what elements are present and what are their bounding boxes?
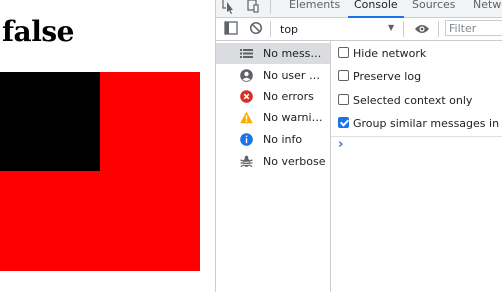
- sidebar-item-label: No user me...: [263, 69, 327, 82]
- sidebar-item-errors[interactable]: No errors: [216, 86, 330, 107]
- sidebar-item-label: No info: [263, 133, 303, 146]
- list-icon: [240, 47, 253, 60]
- sidebar-item-user-messages[interactable]: No user me...: [216, 65, 330, 86]
- filter-input[interactable]: [446, 21, 502, 35]
- console-sidebar: No messages No user me... No errors No w…: [216, 41, 331, 292]
- hide-network-checkbox[interactable]: [338, 47, 349, 58]
- warning-icon: [240, 111, 253, 124]
- tab-console[interactable]: Console: [348, 0, 404, 18]
- device-toolbar-icon[interactable]: [245, 0, 261, 16]
- console-prompt-chevron-icon[interactable]: ›: [338, 137, 343, 152]
- console-toolbar: top ▼: [216, 18, 502, 41]
- eye-icon[interactable]: [414, 22, 430, 38]
- preserve-log-label: Preserve log: [353, 70, 422, 83]
- tab-sources[interactable]: Sources: [412, 0, 456, 17]
- filter-box: [445, 20, 502, 36]
- page-viewport: false: [0, 0, 215, 292]
- devtools-tab-bar: Elements Console Sources Network: [216, 0, 502, 18]
- tab-elements[interactable]: Elements: [289, 0, 340, 17]
- sidebar-item-label: No verbose: [263, 155, 326, 168]
- toolbar-divider: [270, 21, 271, 37]
- dropdown-arrow-icon[interactable]: ▼: [388, 23, 394, 32]
- black-box: [0, 72, 100, 171]
- console-settings: Hide network Preserve log Selected conte…: [331, 41, 502, 292]
- settings-divider: [331, 136, 502, 137]
- page-heading: false: [2, 15, 74, 48]
- preserve-log-checkbox[interactable]: [338, 70, 349, 81]
- context-selector[interactable]: top: [280, 23, 298, 36]
- preserve-log-option[interactable]: Preserve log: [331, 66, 502, 86]
- group-similar-checkbox[interactable]: [338, 117, 349, 128]
- sidebar-item-label: No warnings: [263, 111, 327, 124]
- info-icon: [240, 133, 253, 146]
- sidebar-item-messages[interactable]: No messages: [216, 43, 330, 64]
- sidebar-item-label: No errors: [263, 90, 314, 103]
- user-icon: [240, 69, 253, 82]
- toolbar-divider: [438, 21, 439, 37]
- toolbar-divider: [270, 0, 271, 14]
- devtools-panel: Elements Console Sources Network top ▼ N…: [215, 0, 502, 292]
- sidebar-item-label: No messages: [263, 47, 327, 60]
- sidebar-item-warnings[interactable]: No warnings: [216, 107, 330, 128]
- hide-network-option[interactable]: Hide network: [331, 43, 502, 63]
- sidebar-item-info[interactable]: No info: [216, 129, 330, 150]
- clear-console-icon[interactable]: [249, 21, 265, 37]
- group-similar-label: Group similar messages in console: [353, 117, 502, 130]
- bug-icon: [240, 155, 253, 168]
- error-icon: [240, 90, 253, 103]
- selected-context-option[interactable]: Selected context only: [331, 90, 502, 110]
- inspect-element-icon[interactable]: [222, 0, 238, 16]
- sidebar-toggle-icon[interactable]: [224, 21, 240, 37]
- tab-network[interactable]: Network: [473, 0, 502, 17]
- sidebar-item-verbose[interactable]: No verbose: [216, 151, 330, 172]
- selected-context-checkbox[interactable]: [338, 94, 349, 105]
- selected-context-label: Selected context only: [353, 94, 473, 107]
- group-similar-option[interactable]: Group similar messages in console: [331, 113, 502, 133]
- hide-network-label: Hide network: [353, 47, 427, 60]
- toolbar-divider: [403, 21, 404, 37]
